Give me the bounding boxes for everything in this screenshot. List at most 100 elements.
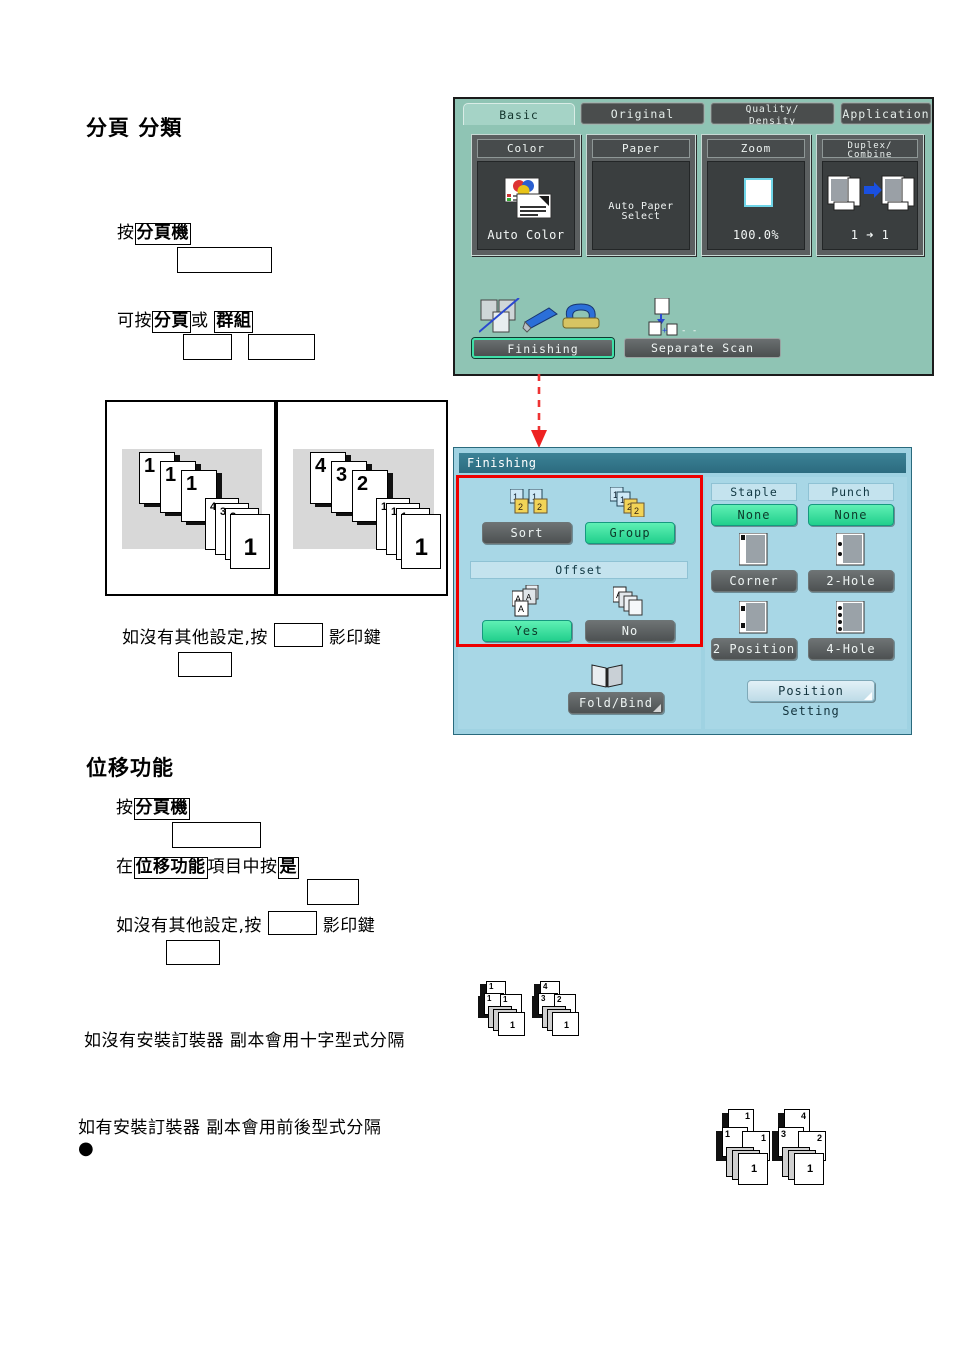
tile-duplex-header-line2: Combine — [847, 149, 893, 160]
staple-2position-icon — [739, 601, 768, 634]
finishing-right-column: Staple Punch None None Corner 2-Hole 2 P… — [705, 477, 907, 729]
staple-section-label: Staple — [711, 483, 797, 501]
tile-color-header: Color — [477, 139, 575, 158]
button-offset-no[interactable]: No — [585, 620, 675, 642]
svg-text:2: 2 — [518, 502, 523, 512]
key-group[interactable]: 群組 — [214, 311, 254, 333]
blank-key-box-6 — [172, 822, 261, 848]
tile-duplex-value: 1 ➜ 1 — [850, 228, 890, 242]
tile-zoom-value: 100.0% — [732, 228, 780, 242]
label-no-other-setting-2: 如沒有其他設定,按 — [116, 916, 262, 936]
instruction-press-finisher-2: 按分頁機 — [116, 793, 190, 820]
label-or: 或 — [191, 311, 209, 331]
instruction-copy-key-2: 如沒有其他設定,按 影印鍵 — [116, 911, 375, 936]
label-press: 按 — [117, 223, 135, 243]
finishing-dialog-body: 1 2 1 2 1 1 2 2 Sort Group Offset A A A … — [456, 475, 907, 729]
blank-key-box-2 — [183, 334, 232, 360]
button-punch-4hole[interactable]: 4-Hole — [808, 638, 894, 660]
cross-offset-icon: 1 1 1 1 4 3 2 1 — [478, 980, 588, 1040]
key-finisher[interactable]: 分頁機 — [134, 223, 191, 245]
expand-corner-icon-2 — [864, 692, 872, 700]
punch-2hole-icon — [836, 533, 865, 566]
tile-paper-header: Paper — [592, 139, 690, 158]
staple-corner-icon — [739, 533, 768, 566]
copier-basic-screen[interactable]: Basic Original Setting Quality/ Density … — [453, 97, 934, 376]
tile-zoom[interactable]: Zoom 100.0% — [701, 134, 811, 256]
figure-group-illustration: 4 3 2 1 1 1 1 — [276, 400, 448, 596]
button-staple-2position[interactable]: 2 Position — [711, 638, 797, 660]
svg-text:- -: - - — [681, 326, 697, 336]
tile-color-body: Auto Color — [477, 161, 575, 250]
label-copy-key-2: 影印鍵 — [322, 916, 376, 936]
basic-screen-body: Color Auto Color Paper Auto Paper Select… — [457, 125, 930, 372]
instruction-copy-key-1: 如沒有其他設定,按 影印鍵 — [122, 623, 381, 648]
tile-color-value: Auto Color — [487, 228, 565, 242]
flow-arrow — [531, 374, 547, 448]
tile-paper-body: Auto Paper Select — [592, 161, 690, 250]
offset-yes-icon: A A A — [512, 585, 539, 617]
button-separate-scan[interactable]: Separate Scan — [624, 338, 781, 358]
tile-duplex-header: Duplex/ Combine — [822, 139, 918, 160]
button-finishing[interactable]: Finishing — [472, 338, 614, 358]
fold-bind-icon — [591, 664, 623, 688]
button-staple-none[interactable]: None — [711, 504, 797, 526]
blank-key-box-9 — [166, 940, 220, 965]
blank-key-box-7 — [307, 879, 359, 905]
key-sort[interactable]: 分頁 — [152, 311, 191, 333]
tile-zoom-header: Zoom — [707, 139, 805, 158]
punch-section-label: Punch — [808, 483, 894, 501]
key-finisher-2[interactable]: 分頁機 — [133, 798, 190, 820]
svg-text:+: + — [662, 326, 668, 336]
finishing-dialog-title: Finishing — [458, 452, 907, 474]
tile-color[interactable]: Color Auto Color — [471, 134, 581, 256]
blank-key-box-1 — [177, 247, 272, 273]
tab-quality-line1: Quality/ — [745, 104, 800, 115]
tab-original-setting[interactable]: Original Setting — [580, 102, 705, 143]
finishing-dialog[interactable]: Finishing 1 2 1 2 1 1 2 2 Sort Group Off… — [453, 447, 912, 735]
tile-paper[interactable]: Paper Auto Paper Select — [586, 134, 696, 256]
button-punch-2hole[interactable]: 2-Hole — [808, 570, 894, 592]
button-staple-corner[interactable]: Corner — [711, 570, 797, 592]
key-yes[interactable]: 是 — [277, 857, 299, 879]
instruction-press-finisher-1: 按分頁機 — [117, 218, 191, 245]
button-offset-yes[interactable]: Yes — [482, 620, 572, 642]
color-document-icon — [504, 177, 552, 219]
button-punch-none[interactable]: None — [808, 504, 894, 526]
svg-text:A: A — [518, 604, 524, 614]
button-position-setting[interactable]: Position Setting — [747, 680, 875, 718]
punch-4hole-icon — [836, 601, 865, 634]
finishing-left-column: 1 2 1 2 1 1 2 2 Sort Group Offset A A A … — [456, 475, 703, 729]
tab-application[interactable]: Application — [840, 102, 932, 125]
label-at: 在 — [116, 857, 134, 877]
zoom-square-icon — [744, 178, 773, 207]
tab-row: Basic Original Setting Quality/ Density … — [455, 99, 932, 143]
expand-corner-icon — [653, 704, 661, 712]
stapler-punch-icon — [479, 298, 600, 333]
label-press-2: 按 — [116, 798, 134, 818]
tile-duplex-combine[interactable]: Duplex/ Combine 1 ➜ 1 — [816, 134, 924, 256]
section-title-collate: 分頁 分類 — [86, 116, 183, 140]
button-sort[interactable]: Sort — [482, 522, 572, 544]
blank-key-box-4 — [273, 623, 323, 647]
svg-text:2: 2 — [634, 506, 639, 516]
group-pages-icon: 1 1 2 2 — [610, 487, 645, 517]
duplex-icon — [827, 175, 915, 211]
sort-pages-icon: 1 2 1 2 — [510, 489, 548, 514]
button-fold-bind[interactable]: Fold/Bind — [568, 692, 664, 714]
figure-sort-illustration: 1 1 1 4 3 2 1 — [105, 400, 276, 596]
label-copy-key-1: 影印鍵 — [328, 628, 382, 648]
tab-basic[interactable]: Basic — [463, 103, 575, 127]
tile-duplex-body: 1 ➜ 1 — [822, 161, 918, 250]
label-no-other-setting-1: 如沒有其他設定,按 — [122, 628, 268, 648]
blank-key-box-3 — [248, 334, 315, 360]
tile-zoom-body: 100.0% — [707, 161, 805, 250]
tab-quality-density[interactable]: Quality/ Density — [710, 102, 835, 127]
label-may-press: 可按 — [117, 311, 152, 331]
key-offset[interactable]: 位移功能 — [133, 857, 208, 879]
svg-text:2: 2 — [537, 502, 542, 512]
button-fold-bind-label: Fold/Bind — [578, 696, 654, 710]
note-no-stapler: 如沒有安裝訂裝器 副本會用十字型式分隔 — [84, 1031, 405, 1051]
instruction-offset-yes: 在位移功能 項目中按是 — [116, 852, 299, 879]
button-group[interactable]: Group — [585, 522, 675, 544]
note-with-stapler: 如有安裝訂裝器 副本會用前後型式分隔 — [78, 1118, 382, 1138]
